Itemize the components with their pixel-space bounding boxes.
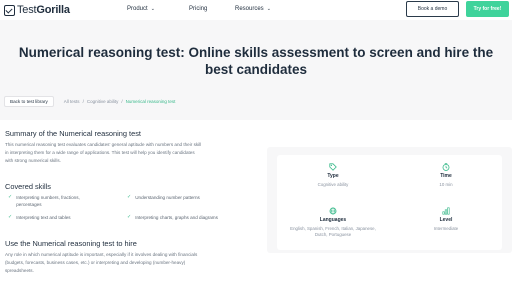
info-languages-line: English, Spanish, French, Italian, Japan…	[290, 226, 376, 231]
use-text: Any role in which numerical aptitude is …	[5, 251, 197, 276]
test-info-panel: Type Cognitive ability Time 10 min Langu…	[277, 155, 502, 250]
info-level: Level Intermediate	[390, 207, 502, 232]
chevron-down-icon: ⌄	[150, 6, 155, 12]
info-level-value: Intermediate	[433, 226, 459, 231]
info-languages-line: Dutch, Portuguese	[314, 232, 352, 237]
info-time-value: 10 min	[439, 182, 453, 187]
back-to-library-button[interactable]: Back to test library	[4, 96, 54, 107]
info-languages-value: English, Spanish, French, Italian, Japan…	[277, 226, 389, 238]
globe-icon	[329, 207, 337, 215]
book-demo-button[interactable]: Book a demo	[406, 1, 459, 17]
breadcrumb-cognitive-ability[interactable]: Cognitive ability	[87, 99, 119, 104]
info-type-value: Cognitive ability	[317, 182, 349, 187]
info-languages: Languages English, Spanish, French, Ital…	[277, 207, 389, 238]
skill-item: ✓ Understanding number patterns	[127, 194, 200, 201]
check-icon: ✓	[8, 214, 13, 220]
info-type-label: Type	[327, 173, 339, 179]
info-languages-label: Languages	[319, 217, 347, 223]
nav-pricing-label: Pricing	[189, 6, 208, 12]
breadcrumb-all-tests[interactable]: All tests	[64, 99, 80, 104]
nav-product-label: Product	[127, 6, 148, 12]
skill-label-line: percentages	[16, 202, 42, 207]
skill-label: Interpreting numbers, fractions, percent…	[16, 194, 80, 208]
summary-heading: Summary of the Numerical reasoning test	[5, 129, 141, 138]
page-title: Numerical reasoning test: Online skills …	[0, 44, 512, 78]
covered-skills-heading: Covered skills	[5, 182, 52, 191]
top-navbar: TestGorilla Product ⌄ Pricing Resources …	[0, 0, 512, 20]
check-icon: ✓	[127, 214, 132, 220]
skill-label: Interpreting text and tables	[16, 215, 71, 220]
check-icon: ✓	[127, 194, 132, 200]
breadcrumb-current: Numerical reasoning test	[125, 99, 176, 104]
breadcrumb: All tests / Cognitive ability / Numerica…	[64, 99, 176, 104]
info-type: Type Cognitive ability	[277, 163, 389, 188]
breadcrumb-separator: /	[121, 99, 123, 104]
use-heading: Use the Numerical reasoning test to hire	[5, 239, 137, 248]
skill-item: ✓ Interpreting text and tables	[8, 214, 71, 221]
skill-label: Understanding number patterns	[135, 195, 200, 200]
info-time: Time 10 min	[390, 163, 502, 188]
clock-icon	[442, 163, 450, 171]
summary-text-line: This numerical reasoning test evaluates …	[5, 142, 202, 147]
skill-label: Interpreting charts, graphs and diagrams	[135, 215, 218, 220]
level-bars-icon	[442, 207, 450, 215]
logo-check-icon	[4, 4, 15, 16]
skill-item: ✓ Interpreting charts, graphs and diagra…	[127, 214, 218, 221]
summary-text-line: in interpreting them for a wide range of…	[5, 150, 195, 156]
test-info-card: Type Cognitive ability Time 10 min Langu…	[267, 147, 512, 253]
nav-pricing[interactable]: Pricing	[189, 6, 207, 12]
use-text-line: Any role in which numerical aptitude is …	[5, 252, 198, 257]
nav-product[interactable]: Product ⌄	[127, 6, 155, 12]
skill-item: ✓ Interpreting numbers, fractions, perce…	[8, 194, 80, 208]
page-title-line-2: best candidates	[204, 62, 308, 77]
use-text-line: spreadsheets.	[5, 268, 34, 274]
info-level-label: Level	[439, 217, 453, 223]
breadcrumb-bar: Back to test library All tests / Cogniti…	[4, 96, 175, 107]
tag-icon	[329, 163, 337, 171]
chevron-down-icon: ⌄	[266, 6, 271, 12]
try-free-button[interactable]: Try for free!	[466, 1, 509, 17]
nav-resources-label: Resources	[235, 6, 264, 12]
use-text-line: (budgets, forecasts, business cases, etc…	[5, 260, 186, 266]
logo-text: TestGorilla	[17, 4, 70, 16]
check-icon: ✓	[8, 194, 13, 200]
summary-text-line: with strong numerical skills.	[5, 158, 61, 164]
breadcrumb-separator: /	[82, 99, 84, 104]
nav-resources[interactable]: Resources ⌄	[235, 6, 271, 12]
page-title-line-1: Numerical reasoning test: Online skills …	[18, 45, 494, 60]
skill-label-line: Interpreting numbers, fractions,	[16, 195, 80, 200]
summary-text: This numerical reasoning test evaluates …	[5, 141, 201, 166]
info-time-label: Time	[440, 173, 452, 179]
testgorilla-logo[interactable]: TestGorilla	[4, 3, 70, 17]
